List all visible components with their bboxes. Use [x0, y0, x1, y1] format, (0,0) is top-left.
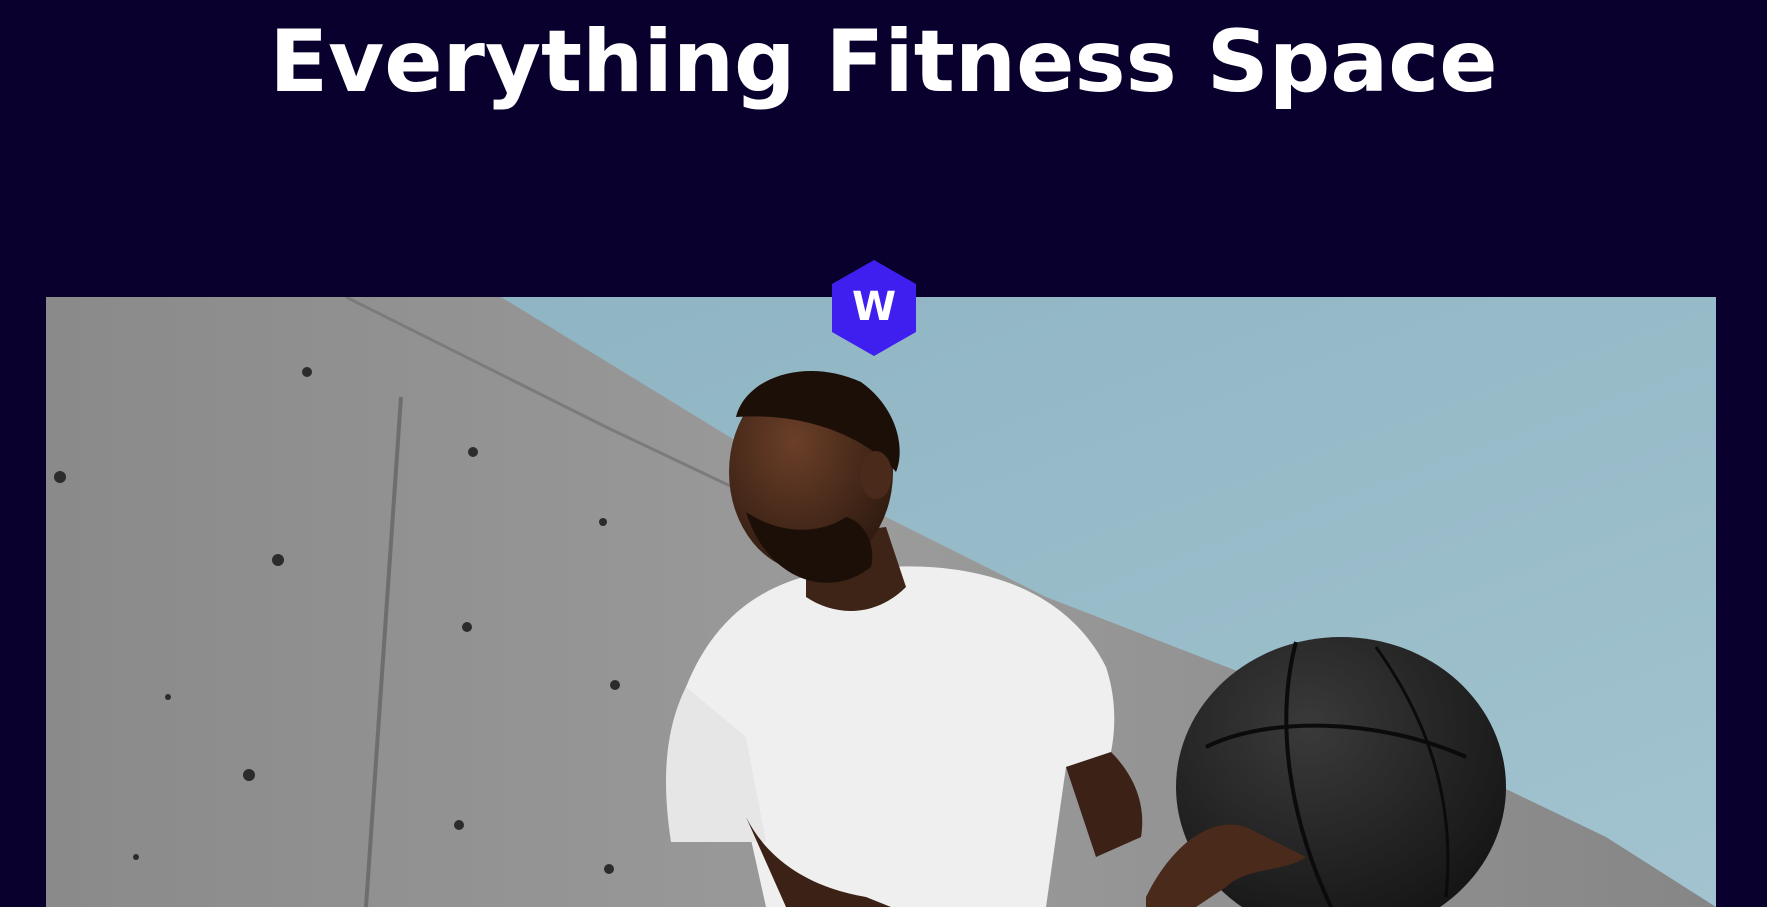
hero-image — [46, 297, 1716, 907]
logo-letter: W — [852, 284, 896, 330]
logo-badge[interactable]: W — [829, 258, 919, 358]
athlete-photo — [46, 297, 1716, 907]
page: Everything Fitness Space W — [0, 0, 1767, 907]
page-title: Everything Fitness Space — [269, 12, 1498, 112]
hexagon-logo-icon: W — [832, 260, 916, 356]
